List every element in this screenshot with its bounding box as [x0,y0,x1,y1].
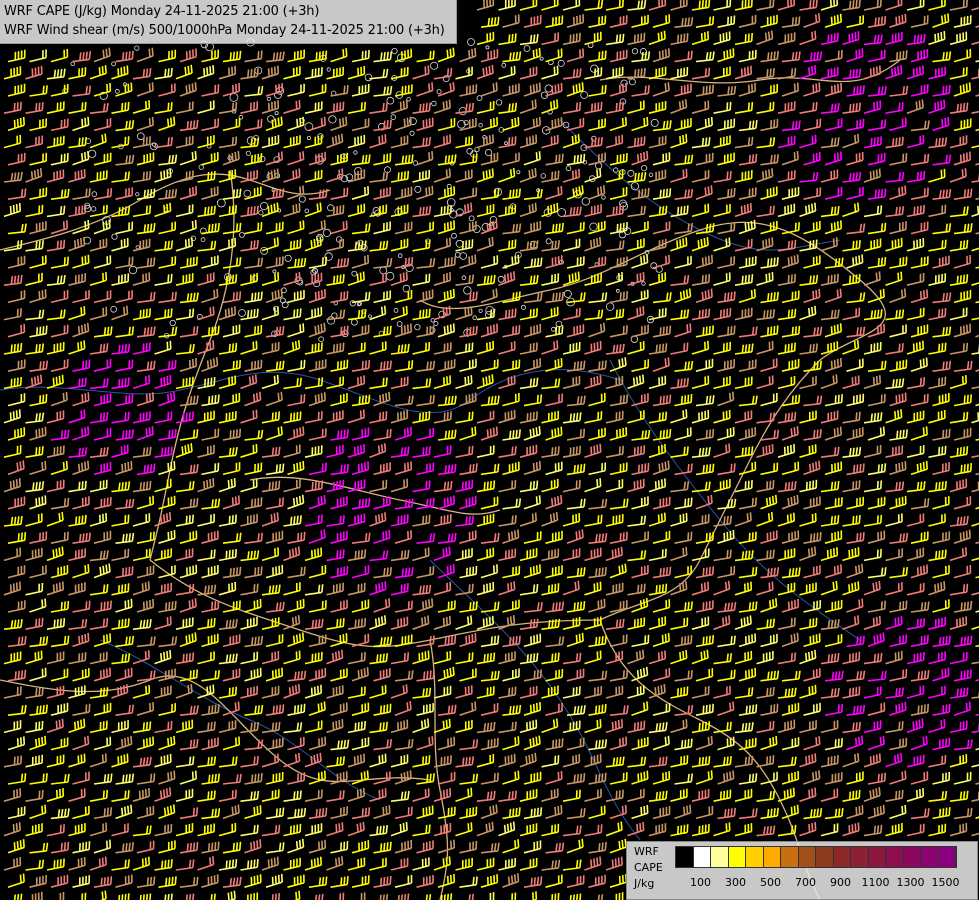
legend-tick-label: 1100 [861,876,890,889]
weather-map [0,0,979,900]
map-title-box: WRF CAPE (J/kg) Monday 24-11-2025 21:00 … [0,0,457,44]
legend-swatch [763,847,781,867]
legend-swatch [903,847,921,867]
legend-tick-label: 100 [690,876,711,889]
legend-swatch [693,847,711,867]
title-wind-shear: WRF Wind shear (m/s) 500/1000hPa Monday … [4,23,445,38]
legend-swatch [816,847,834,867]
legend-swatch [886,847,904,867]
legend-swatch [868,847,886,867]
legend-swatch [781,847,799,867]
legend-swatch [676,847,694,867]
legend-tick-label: 700 [795,876,816,889]
legend-tick-label: 900 [830,876,851,889]
legend-swatch [746,847,764,867]
legend-swatch [921,847,939,867]
legend-tick-label: 1300 [896,876,925,889]
legend-tick-label: 500 [760,876,781,889]
legend-variable-label: CAPE [634,861,663,874]
legend-swatch [851,847,869,867]
legend-unit-label: J/kg [634,877,655,890]
legend-swatch [938,847,956,867]
title-cape: WRF CAPE (J/kg) Monday 24-11-2025 21:00 … [4,4,320,19]
legend-swatch [833,847,851,867]
legend-swatch [798,847,816,867]
legend-color-scale [675,846,957,868]
legend-swatch [728,847,746,867]
legend-tick-label: 300 [725,876,746,889]
legend-model-label: WRF [634,845,659,858]
cape-legend: WRF CAPE J/kg 100 300 500 700 900 1100 1300 150… [626,841,978,900]
legend-ticks: 100 300 500 700 900 1100 1300 1500 [675,876,975,890]
legend-tick-label: 1500 [931,876,960,889]
legend-swatch [711,847,729,867]
